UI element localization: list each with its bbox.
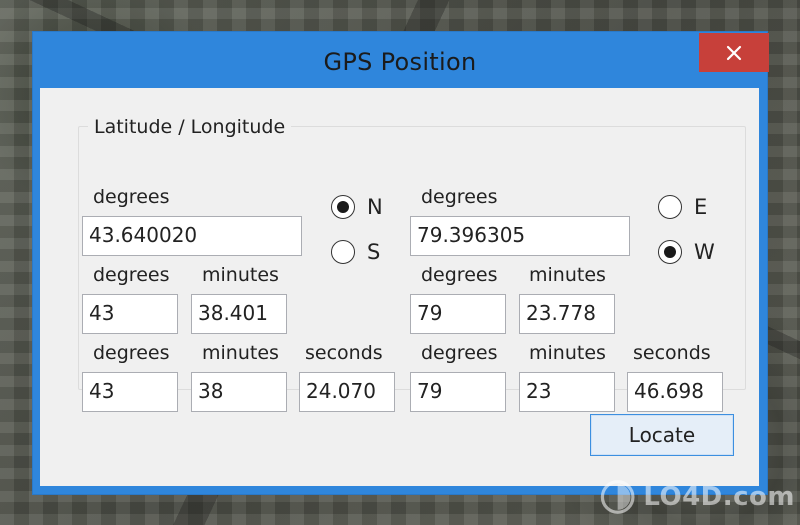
long-dm-minutes-input[interactable]: 23.778 [519,294,615,334]
locate-button[interactable]: Locate [590,414,734,456]
lat-dms-seconds-input[interactable]: 24.070 [299,372,395,412]
radio-west-label: W [694,240,715,264]
close-icon [726,45,742,60]
lat-decimal-degrees-input[interactable]: 43.640020 [82,216,302,256]
window-title: GPS Position [323,48,477,76]
watermark-text: LO4D.com [643,482,795,512]
long-decimal-degrees-input[interactable]: 79.396305 [410,216,630,256]
lat-dm-minutes-label: minutes [202,264,279,286]
lo4d-logo-icon [600,480,635,514]
radio-west-indicator [658,240,682,264]
radio-south-indicator [331,240,355,264]
lat-dm-degrees-label: degrees [93,264,170,286]
radio-west[interactable]: W [658,240,715,264]
group-label: Latitude / Longitude [88,116,292,138]
long-dms-seconds-input[interactable]: 46.698 [627,372,723,412]
lat-dms-minutes-label: minutes [202,342,279,364]
radio-east[interactable]: E [658,195,707,219]
long-dms-minutes-input[interactable]: 23 [519,372,615,412]
radio-north-indicator [331,195,355,219]
long-dm-minutes-label: minutes [529,264,606,286]
long-dm-degrees-label: degrees [421,264,498,286]
lat-dms-seconds-label: seconds [305,342,383,364]
radio-south[interactable]: S [331,240,380,264]
lat-dms-degrees-input[interactable]: 43 [82,372,178,412]
long-dms-degrees-label: degrees [421,342,498,364]
radio-east-indicator [658,195,682,219]
long-degrees-label: degrees [421,186,498,208]
close-button[interactable] [699,33,769,72]
radio-east-label: E [694,195,708,219]
lat-dms-minutes-input[interactable]: 38 [191,372,287,412]
radio-south-label: S [367,240,381,264]
lat-dms-degrees-label: degrees [93,342,170,364]
title-bar[interactable]: GPS Position [33,32,769,88]
long-dms-seconds-label: seconds [633,342,711,364]
radio-north[interactable]: N [331,195,383,219]
watermark: LO4D.com [600,472,795,522]
dialog-client-area: Latitude / Longitude degrees 43.640020 N… [40,88,759,486]
gps-position-window: GPS Position Latitude / Longitude degree… [33,32,769,494]
radio-north-label: N [367,195,383,219]
long-dms-degrees-input[interactable]: 79 [410,372,506,412]
long-dm-degrees-input[interactable]: 79 [410,294,506,334]
lat-dm-minutes-input[interactable]: 38.401 [191,294,287,334]
long-dms-minutes-label: minutes [529,342,606,364]
lat-dm-degrees-input[interactable]: 43 [82,294,178,334]
lat-degrees-label: degrees [93,186,170,208]
